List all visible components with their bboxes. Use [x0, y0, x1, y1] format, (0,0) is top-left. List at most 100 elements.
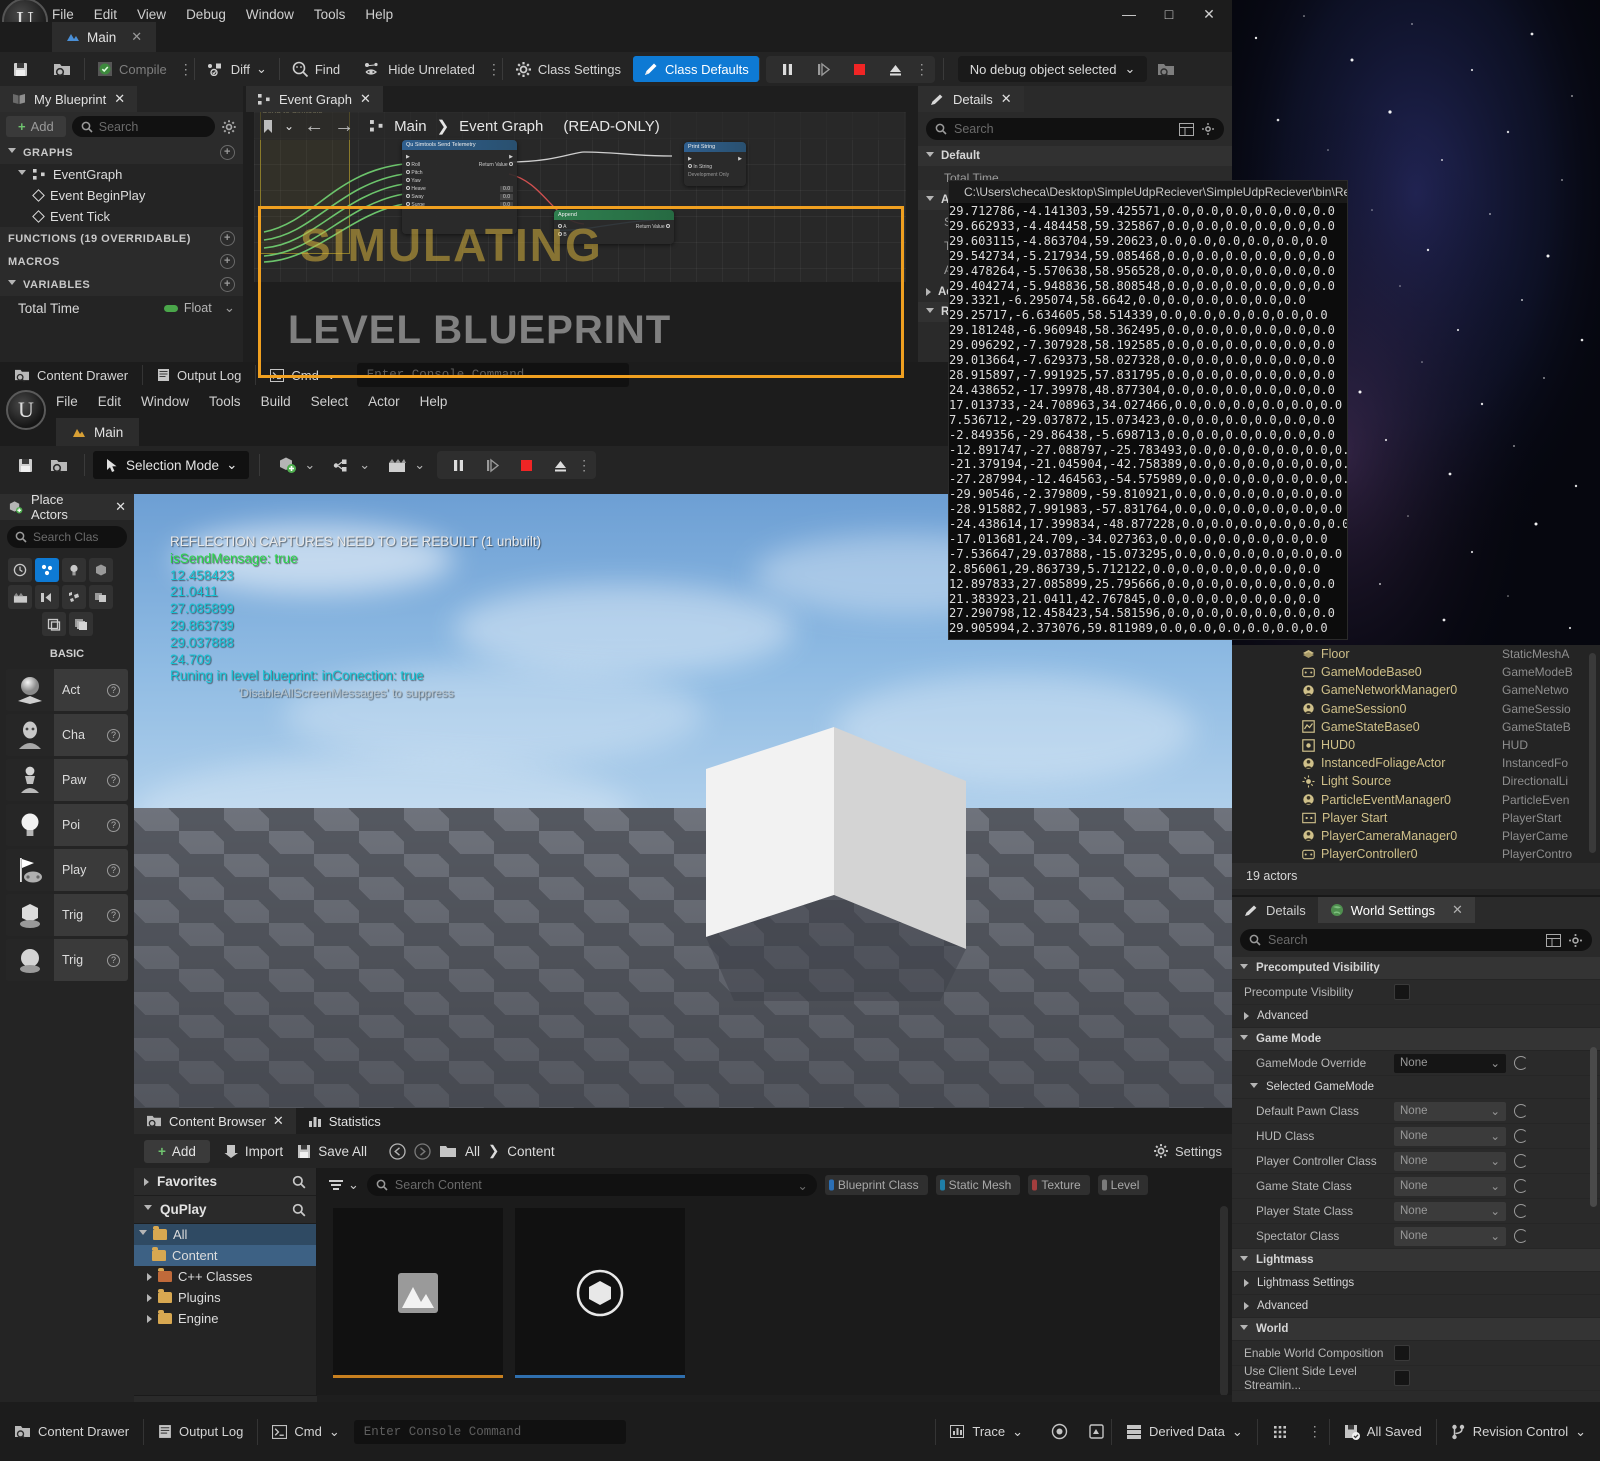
menu-file[interactable]: File	[52, 7, 74, 22]
menu-actor[interactable]: Actor	[368, 394, 400, 409]
outliner-row[interactable]: GameStateBase0 GameStateB	[1232, 718, 1600, 736]
menu-window[interactable]: Window	[141, 394, 189, 409]
help-icon[interactable]: ?	[107, 728, 120, 742]
ws-select[interactable]: None ⌄	[1394, 1053, 1506, 1073]
ws-select-row[interactable]: Player Controller Class None ⌄	[1232, 1149, 1600, 1174]
category-geometry-icon[interactable]	[41, 612, 66, 636]
outliner-row[interactable]: Player Start PlayerStart	[1232, 809, 1600, 827]
chevron-down-icon[interactable]: ⌄	[256, 61, 267, 77]
add-function-icon[interactable]: +	[220, 231, 235, 246]
outliner-row[interactable]: Floor StaticMeshA	[1232, 645, 1600, 663]
more-options-icon[interactable]: ⋮	[487, 61, 502, 78]
outliner-row[interactable]: HUD0 HUD	[1232, 736, 1600, 754]
chevron-down-icon[interactable]: ⌄	[414, 457, 425, 473]
tree-row-all[interactable]: All	[134, 1224, 316, 1245]
add-variable-icon[interactable]: +	[220, 277, 235, 292]
menu-edit[interactable]: Edit	[98, 394, 121, 409]
add-button[interactable]: + Add	[6, 116, 66, 137]
macros-section-header[interactable]: MACROS +	[0, 250, 243, 273]
ws-select[interactable]: None ⌄	[1394, 1226, 1506, 1246]
layout-grid-button[interactable]	[1258, 1415, 1302, 1449]
category-cinematic-icon[interactable]	[8, 585, 32, 609]
ws-checkbox[interactable]	[1394, 1370, 1410, 1386]
help-icon[interactable]: ?	[107, 953, 120, 967]
ws-select-row[interactable]: Spectator Class None ⌄	[1232, 1224, 1600, 1249]
place-actors-search-input[interactable]: Search Clas	[7, 526, 127, 548]
filter-static-mesh[interactable]: Static Mesh	[935, 1175, 1021, 1195]
variables-section-header[interactable]: VARIABLES +	[0, 273, 243, 296]
tree-row-content[interactable]: Content	[134, 1245, 316, 1266]
assets-scrollbar[interactable]	[1220, 1206, 1228, 1396]
revision-control-button[interactable]: Revision Control ⌄	[1437, 1415, 1600, 1449]
event-tick-row[interactable]: Event Tick	[0, 206, 243, 227]
tab-world-settings[interactable]: World Settings ✕	[1317, 897, 1475, 923]
search-icon[interactable]	[292, 1175, 306, 1189]
bp-details-search-input[interactable]: Search	[926, 118, 1224, 140]
derived-data-button[interactable]: Derived Data ⌄	[1112, 1415, 1257, 1449]
tree-project-header[interactable]: QuPlay	[134, 1196, 316, 1224]
close-icon[interactable]: ✕	[114, 91, 125, 107]
tab-my-blueprint[interactable]: My Blueprint ✕	[0, 86, 138, 112]
menu-file[interactable]: File	[56, 394, 78, 409]
menu-view[interactable]: View	[137, 7, 166, 22]
reset-icon[interactable]	[1514, 1104, 1528, 1118]
compile-options-icon[interactable]: ⋮	[179, 61, 194, 78]
cinematics-button[interactable]	[380, 451, 414, 479]
settings-gear-icon[interactable]	[1568, 933, 1583, 948]
udp-receiver-console-window[interactable]: C:\Users\checa\Desktop\SimpleUdpReciever…	[948, 180, 1348, 640]
eject-button[interactable]	[879, 55, 913, 83]
close-icon[interactable]: ✕	[273, 1113, 284, 1129]
frame-skip-button[interactable]	[475, 451, 509, 479]
chevron-down-icon[interactable]: ⌄	[284, 119, 294, 133]
all-saved-button[interactable]: All Saved	[1330, 1415, 1436, 1449]
reset-icon[interactable]	[1514, 1154, 1528, 1168]
menu-debug[interactable]: Debug	[186, 7, 226, 22]
crumb-all[interactable]: All	[465, 1144, 480, 1159]
ws-subsection[interactable]: Advanced	[1232, 1295, 1600, 1318]
category-visual-effects-icon[interactable]	[35, 585, 59, 609]
close-icon[interactable]: ✕	[115, 499, 126, 515]
ws-checkbox[interactable]	[1394, 984, 1410, 1000]
menu-window[interactable]: Window	[246, 7, 294, 22]
outliner-row[interactable]: ParticleEventManager0 ParticleEven	[1232, 791, 1600, 809]
reset-icon[interactable]	[1514, 1229, 1528, 1243]
close-icon[interactable]: ✕	[360, 91, 371, 107]
chevron-down-icon[interactable]: ⌄	[797, 1178, 807, 1193]
menu-tools[interactable]: Tools	[209, 394, 241, 409]
performance-button[interactable]	[1037, 1415, 1082, 1449]
add-actor-button[interactable]	[270, 451, 304, 479]
ws-select-row[interactable]: Default Pawn Class None ⌄	[1232, 1099, 1600, 1124]
outliner-row[interactable]: PlayerController0 PlayerContro	[1232, 845, 1600, 863]
outliner-row[interactable]: InstancedFoliageActor InstancedFo	[1232, 754, 1600, 772]
node-print-string[interactable]: Print String ▶ ▶ In String Development On…	[684, 142, 746, 186]
breadcrumb-root[interactable]: Main	[394, 118, 427, 135]
debug-object-dropdown[interactable]: No debug object selected ⌄	[957, 56, 1148, 82]
tab-details[interactable]: Details	[1232, 897, 1318, 923]
category-basic-icon[interactable]	[35, 558, 59, 582]
settings-gear-icon[interactable]	[1201, 122, 1215, 136]
cb-import-button[interactable]: Import	[224, 1144, 283, 1159]
menu-help[interactable]: Help	[365, 7, 393, 22]
bookmark-icon[interactable]	[262, 119, 274, 134]
content-drawer-button[interactable]: Content Drawer	[0, 1415, 143, 1449]
place-item-character[interactable]: Cha ?	[6, 714, 128, 756]
ws-category[interactable]: Game Mode	[1232, 1028, 1600, 1051]
tab-main[interactable]: Main ✕	[52, 22, 157, 52]
variable-row-total-time[interactable]: Total Time Float ⌄	[0, 296, 243, 320]
functions-section-header[interactable]: FUNCTIONS (19 OVERRIDABLE) +	[0, 227, 243, 250]
console-input[interactable]: Enter Console Command	[353, 1419, 626, 1444]
ws-checkbox-row[interactable]: Enable World Composition	[1232, 1341, 1600, 1366]
breadcrumb-leaf[interactable]: Event Graph	[459, 118, 543, 135]
outliner-row[interactable]: Light Source DirectionalLi	[1232, 772, 1600, 790]
place-item-pawn[interactable]: Paw ?	[6, 759, 128, 801]
ws-subsection[interactable]: Lightmass Settings	[1232, 1272, 1600, 1295]
ws-subsection[interactable]: Advanced	[1232, 1005, 1600, 1028]
ws-select-row[interactable]: GameMode Override None ⌄	[1232, 1051, 1600, 1076]
asset-tile-level[interactable]	[333, 1208, 503, 1378]
help-icon[interactable]: ?	[107, 683, 120, 697]
frame-skip-button[interactable]	[807, 55, 841, 83]
memory-button[interactable]	[1082, 1415, 1111, 1449]
menu-select[interactable]: Select	[311, 394, 349, 409]
help-icon[interactable]: ?	[107, 773, 120, 787]
asset-tile-blueprint[interactable]	[515, 1208, 685, 1378]
